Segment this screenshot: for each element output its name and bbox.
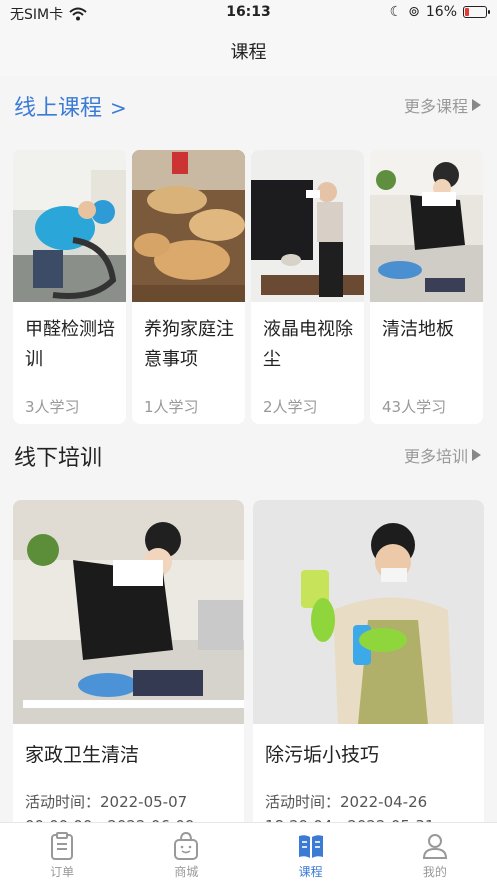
- clipboard-icon: [51, 832, 74, 860]
- training-image: [13, 500, 244, 724]
- tab-mine[interactable]: 我的: [373, 823, 497, 883]
- tab-label: 我的: [422, 865, 447, 879]
- tab-orders[interactable]: 订单: [0, 823, 124, 883]
- tab-courses[interactable]: 课程: [249, 823, 373, 883]
- tab-label: 订单: [50, 865, 75, 879]
- battery-icon: [463, 6, 490, 18]
- book-icon: [298, 835, 323, 858]
- training-card[interactable]: 家政卫生清洁 活动时间：2022-05-07 00:00:00 - 2022-0…: [13, 500, 244, 830]
- course-image: [370, 150, 483, 302]
- online-courses-list: 甲醛检测培训 3人学习 养狗家庭注意事项 1人学习 液晶电视除尘 2人学习 清洁…: [13, 150, 483, 424]
- course-card[interactable]: 清洁地板 43人学习: [370, 150, 483, 424]
- course-card[interactable]: 养狗家庭注意事项 1人学习: [132, 150, 245, 424]
- training-card[interactable]: 除污垢小技巧 活动时间：2022-04-26 18:29:04 - 2022-0…: [253, 500, 484, 830]
- bottom-tab-bar: 订单 商城 课程 我的: [0, 822, 497, 883]
- more-trainings-link[interactable]: 更多培训: [404, 443, 481, 467]
- learner-count: 2人学习: [263, 398, 318, 416]
- rotation-lock-icon: ⊚: [408, 4, 420, 20]
- course-card[interactable]: 甲醛检测培训 3人学习: [13, 150, 126, 424]
- tab-label: 课程: [298, 865, 323, 879]
- play-arrow-icon: [472, 99, 481, 111]
- learner-count: 43人学习: [382, 398, 447, 416]
- more-courses-link[interactable]: 更多课程: [404, 93, 481, 117]
- course-name: 甲醛检测培训: [25, 319, 115, 370]
- course-name: 液晶电视除尘: [263, 319, 353, 370]
- learner-count: 3人学习: [25, 398, 80, 416]
- moon-icon: ☾: [389, 4, 403, 20]
- tab-mall[interactable]: 商城: [124, 823, 248, 883]
- page-title: 课程: [230, 42, 267, 63]
- offline-training-list: 家政卫生清洁 活动时间：2022-05-07 00:00:00 - 2022-0…: [13, 500, 484, 830]
- person-icon: [422, 834, 447, 859]
- course-image: [251, 150, 364, 302]
- chevron-right-icon: >: [110, 96, 127, 120]
- course-name: 清洁地板: [382, 319, 454, 340]
- training-image: [253, 500, 484, 724]
- course-name: 养狗家庭注意事项: [144, 319, 234, 370]
- learner-count: 1人学习: [144, 398, 199, 416]
- battery-percent: 16%: [425, 4, 457, 20]
- shopping-bag-icon: [174, 831, 199, 860]
- training-name: 除污垢小技巧: [265, 744, 380, 766]
- offline-training-title: 线下培训: [14, 446, 103, 471]
- course-image: [132, 150, 245, 302]
- course-card[interactable]: 液晶电视除尘 2人学习: [251, 150, 364, 424]
- training-name: 家政卫生清洁: [25, 744, 140, 766]
- online-courses-title[interactable]: 线上课程 >: [14, 90, 127, 122]
- online-courses-header: 线上课程 > 更多课程: [0, 84, 497, 124]
- navigation-bar: 课程: [0, 26, 497, 76]
- course-image: [13, 150, 126, 302]
- status-bar: 无SIM卡 16:13 ☾ ⊚ 16%: [0, 0, 497, 26]
- play-arrow-icon: [472, 449, 481, 461]
- offline-training-header: 线下培训 更多培训: [0, 434, 497, 474]
- tab-label: 商城: [174, 865, 199, 879]
